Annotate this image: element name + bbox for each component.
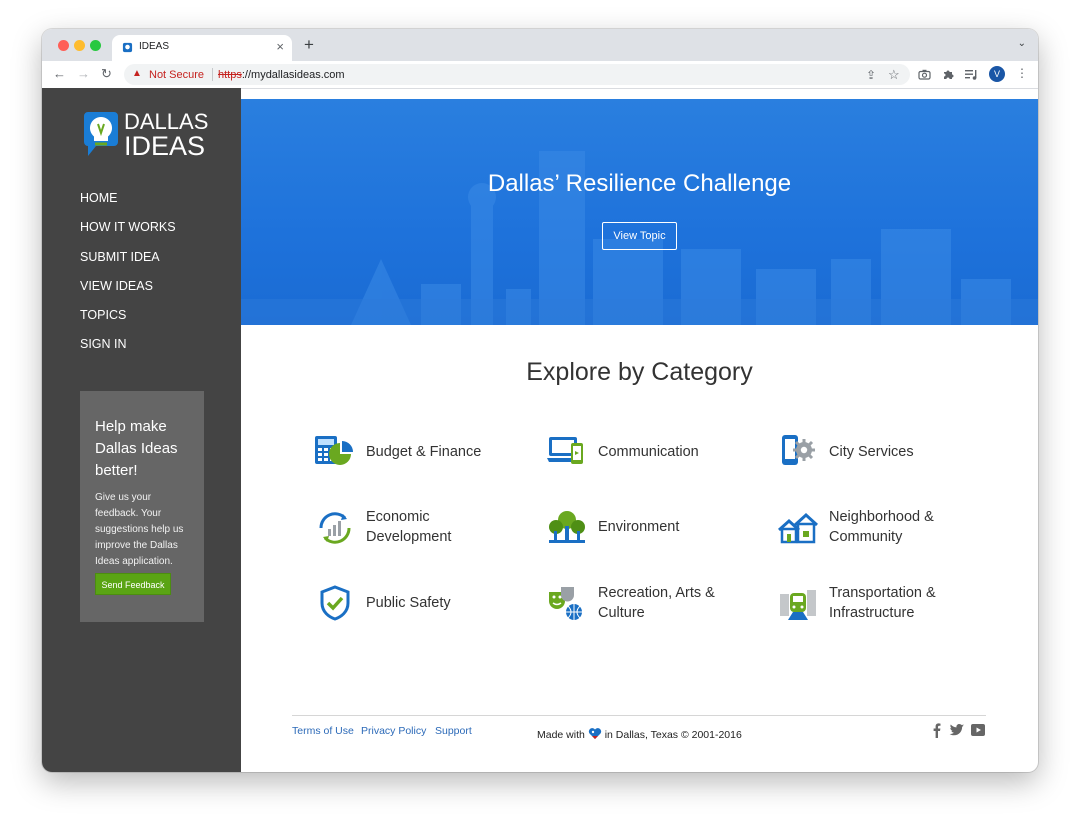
category-recreation-arts-culture[interactable]: Recreation, Arts & Culture: [547, 584, 747, 624]
category-label: Recreation, Arts &: [598, 585, 715, 601]
nav-view-ideas[interactable]: VIEW IDEAS: [80, 279, 176, 308]
logo-line-1: DALLAS: [124, 109, 209, 134]
close-window-button[interactable]: [58, 40, 69, 51]
category-label: Economic: [366, 509, 430, 525]
category-label: Environment: [598, 519, 680, 535]
footer-terms-link[interactable]: Terms of Use: [292, 725, 354, 737]
back-icon[interactable]: ←: [53, 66, 66, 81]
nav-sign-in[interactable]: SIGN IN: [80, 337, 176, 366]
twitter-icon[interactable]: [949, 722, 965, 738]
category-label: Communication: [598, 444, 699, 460]
category-environment[interactable]: Environment: [547, 508, 747, 548]
maximize-window-button[interactable]: [90, 40, 101, 51]
browser-tab[interactable]: IDEAS ×: [112, 35, 292, 61]
browser-toolbar: ← → ↻ ▲ Not Secure https://mydallasideas…: [42, 61, 1038, 89]
category-label-line-2: Community: [829, 529, 903, 545]
browser-window: IDEAS × + ⌄ ← → ↻ ▲ Not Secure https://m…: [42, 29, 1038, 772]
category-label-line-2: Infrastructure: [829, 605, 915, 621]
category-budget-finance[interactable]: Budget & Finance: [315, 433, 515, 473]
favicon-icon: [122, 42, 133, 53]
category-neighborhood-community[interactable]: Neighborhood & Community: [778, 508, 978, 548]
laptop-phone-icon: [547, 437, 583, 464]
address-bar[interactable]: ▲ Not Secure https://mydallasideas.com ⇪…: [124, 64, 910, 85]
tab-title: IDEAS: [139, 41, 170, 52]
sidebar: DALLAS IDEAS HOME HOW IT WORKS SUBMIT ID…: [42, 88, 241, 772]
lightbulb-logo-icon: [84, 112, 118, 156]
category-economic-development[interactable]: Economic Development: [315, 508, 515, 548]
view-topic-button[interactable]: View Topic: [602, 222, 677, 250]
train-city-icon: [780, 590, 816, 620]
tab-close-icon[interactable]: ×: [276, 39, 284, 54]
tab-bar: IDEAS × + ⌄: [42, 29, 1038, 61]
category-label: City Services: [829, 444, 914, 460]
minimize-window-button[interactable]: [74, 40, 85, 51]
feedback-title: Help make Dallas Ideas better!: [95, 418, 178, 479]
category-city-services[interactable]: City Services: [778, 433, 978, 473]
categories-title: Explore by Category: [526, 358, 753, 386]
security-label[interactable]: Not Secure: [149, 69, 204, 81]
bookmark-star-icon[interactable]: ☆: [888, 67, 900, 83]
footer-divider: [292, 715, 986, 716]
category-label-line-2: Development: [366, 529, 452, 545]
category-communication[interactable]: Communication: [547, 433, 747, 473]
url-host: ://mydallasideas.com: [241, 69, 345, 81]
masks-ball-icon: [549, 587, 582, 620]
extensions-icon[interactable]: [942, 68, 954, 80]
category-label: Transportation &: [829, 585, 936, 601]
nav-topics[interactable]: TOPICS: [80, 308, 176, 337]
credit-suffix: in Dallas, Texas © 2001-2016: [604, 729, 742, 741]
forward-icon[interactable]: →: [77, 66, 90, 81]
reading-list-icon[interactable]: [965, 69, 978, 80]
calculator-pie-icon: [315, 436, 353, 465]
nav-submit-idea[interactable]: SUBMIT IDEA: [80, 250, 176, 279]
growth-chart-icon: [319, 512, 351, 544]
url-scheme: https: [218, 69, 242, 81]
footer-credit: Made with in Dallas, Texas © 2001-2016: [537, 727, 742, 741]
url-text[interactable]: https://mydallasideas.com: [218, 69, 345, 81]
warning-icon: ▲: [132, 68, 142, 79]
web-page: DALLAS IDEAS HOME HOW IT WORKS SUBMIT ID…: [42, 88, 1038, 772]
hero-banner: Dallas’ Resilience Challenge View Topic: [241, 99, 1038, 325]
footer-privacy-link[interactable]: Privacy Policy: [361, 725, 426, 737]
shield-check-icon: [320, 585, 350, 621]
logo-wordmark: DALLAS IDEAS: [124, 109, 209, 161]
reload-icon[interactable]: ↻: [101, 66, 112, 82]
youtube-icon[interactable]: [970, 722, 986, 738]
browser-menu-icon[interactable]: ⋮: [1016, 66, 1028, 80]
category-label: Neighborhood &: [829, 509, 934, 525]
main-nav: HOME HOW IT WORKS SUBMIT IDEA VIEW IDEAS…: [80, 191, 176, 367]
category-label: Public Safety: [366, 595, 451, 611]
skyline-background-icon: [241, 151, 1038, 325]
tab-search-icon[interactable]: ⌄: [1018, 38, 1026, 49]
credit-prefix: Made with: [537, 729, 585, 741]
category-public-safety[interactable]: Public Safety: [315, 584, 515, 624]
omnibox-divider: [212, 68, 213, 81]
dallas-ideas-logo[interactable]: DALLAS IDEAS: [80, 110, 220, 162]
share-icon[interactable]: ⇪: [866, 68, 876, 82]
trees-icon: [549, 511, 585, 543]
houses-icon: [778, 512, 818, 544]
footer-support-link[interactable]: Support: [435, 725, 472, 737]
category-label-line-2: Culture: [598, 605, 645, 621]
camera-icon[interactable]: [918, 69, 931, 80]
send-feedback-button[interactable]: Send Feedback: [95, 573, 171, 595]
feedback-panel: Help make Dallas Ideas better! Give us y…: [80, 391, 204, 622]
nav-home[interactable]: HOME: [80, 191, 176, 220]
facebook-icon[interactable]: [929, 722, 945, 738]
category-transportation-infrastructure[interactable]: Transportation & Infrastructure: [778, 584, 978, 624]
new-tab-button[interactable]: +: [304, 35, 314, 55]
logo-line-2: IDEAS: [124, 131, 206, 161]
nav-how-it-works[interactable]: HOW IT WORKS: [80, 220, 176, 249]
phone-gear-icon: [782, 435, 815, 465]
feedback-text: Give us your feedback. Your suggestions …: [95, 492, 184, 567]
hero-title: Dallas’ Resilience Challenge: [487, 170, 792, 197]
heart-icon: [588, 728, 601, 739]
profile-avatar[interactable]: V: [989, 66, 1005, 82]
category-label: Budget & Finance: [366, 444, 482, 460]
